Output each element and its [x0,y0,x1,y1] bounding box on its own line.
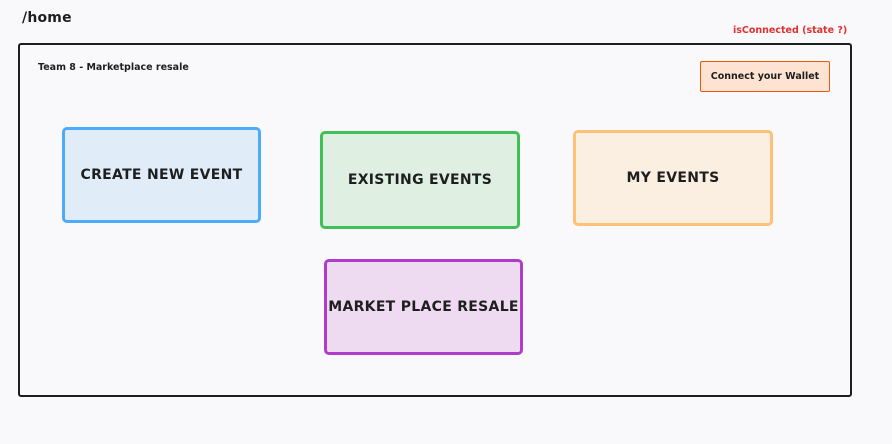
route-label: /home [22,10,72,26]
market-place-resale-card[interactable]: MARKET PLACE RESALE [324,259,523,355]
app-title: Team 8 - Marketplace resale [38,62,189,73]
create-new-event-card[interactable]: CREATE NEW EVENT [62,127,261,223]
existing-events-card[interactable]: EXISTING EVENTS [320,131,520,229]
state-annotation: isConnected (state ?) [733,25,848,36]
my-events-card[interactable]: MY EVENTS [573,130,773,226]
connect-wallet-button[interactable]: Connect your Wallet [700,61,830,92]
